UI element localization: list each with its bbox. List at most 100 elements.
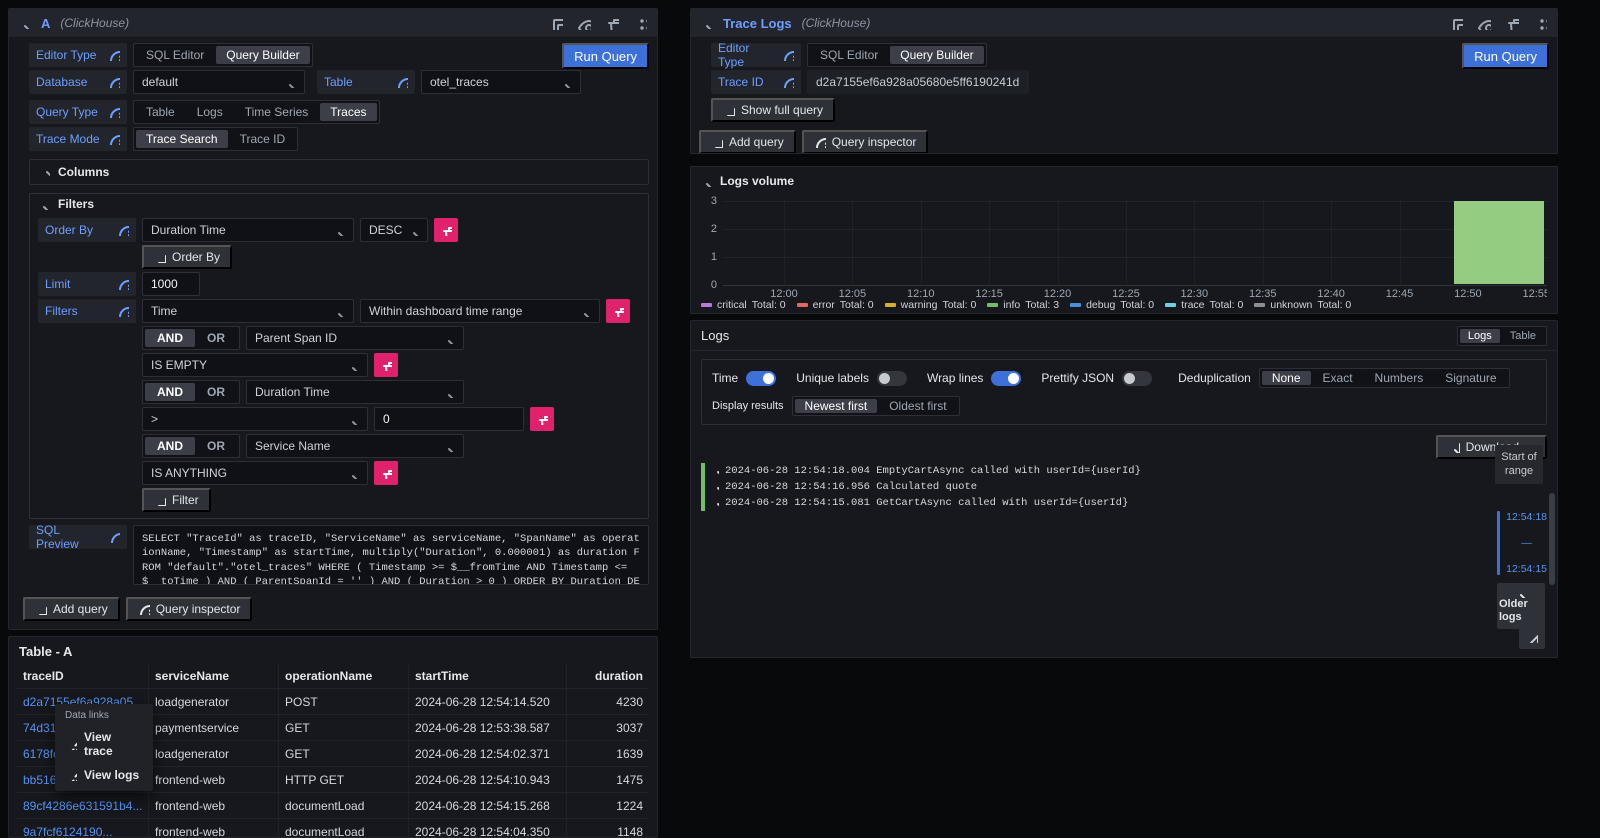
wrap-lines-toggle[interactable] — [991, 371, 1021, 386]
remove-time-filter-button[interactable] — [606, 299, 630, 323]
add-query-button[interactable]: Add query — [23, 597, 120, 621]
info-icon[interactable] — [782, 76, 794, 88]
trace-id-input[interactable]: d2a7155ef6a928a05680e5ff6190241d — [807, 70, 1029, 94]
query-inspector-button[interactable]: Query inspector — [802, 130, 929, 154]
remove-filter1-button[interactable] — [374, 353, 398, 377]
filter1-operator-select[interactable]: IS EMPTY — [142, 353, 368, 377]
expand-row-icon[interactable] — [709, 466, 719, 476]
filter2-and[interactable]: AND — [145, 383, 195, 401]
hide-query-icon[interactable] — [577, 16, 591, 30]
table-select[interactable]: otel_traces — [421, 70, 581, 94]
filter-time-field-select[interactable]: Time — [142, 299, 354, 323]
time-toggle[interactable] — [746, 371, 776, 386]
dedup-signature[interactable]: Signature — [1435, 371, 1506, 385]
dedup-numbers[interactable]: Numbers — [1365, 371, 1434, 385]
remove-filter3-button[interactable] — [374, 461, 398, 485]
info-icon[interactable] — [108, 76, 120, 88]
drag-handle-icon[interactable] — [1533, 16, 1547, 30]
view-logs-menu-item[interactable]: View logs — [55, 763, 153, 787]
legend-item-critical[interactable]: critical Total: 0 — [701, 299, 786, 311]
info-logs-bar[interactable] — [1454, 201, 1544, 284]
drag-handle-icon[interactable] — [633, 16, 647, 30]
limit-input[interactable]: 1000 — [142, 272, 200, 296]
scroll-to-top-button[interactable] — [1519, 625, 1545, 649]
older-logs-button[interactable]: Older logs — [1497, 583, 1545, 629]
view-trace-menu-item[interactable]: View trace — [55, 725, 153, 763]
query-inspector-button[interactable]: Query inspector — [126, 597, 253, 621]
filter3-or[interactable]: OR — [195, 437, 237, 455]
unique-labels-toggle[interactable] — [877, 371, 907, 386]
legend-item-warning[interactable]: warning Total: 0 — [885, 299, 977, 311]
remove-query-icon[interactable] — [1505, 16, 1519, 30]
add-query-button[interactable]: Add query — [699, 130, 796, 154]
info-icon[interactable] — [108, 133, 120, 145]
trace-mode-trace-search[interactable]: Trace Search — [136, 130, 228, 148]
query-type-logs[interactable]: Logs — [187, 103, 233, 121]
collapse-chevron-icon[interactable] — [701, 17, 713, 29]
hide-query-icon[interactable] — [1477, 16, 1491, 30]
filters-section-header[interactable]: Filters — [30, 194, 648, 214]
filter3-field-select[interactable]: Service Name — [246, 434, 464, 458]
legend-item-unknown[interactable]: unknown Total: 0 — [1254, 299, 1351, 311]
filter1-and[interactable]: AND — [145, 329, 195, 347]
remove-query-icon[interactable] — [605, 16, 619, 30]
remove-order-by-button[interactable] — [434, 218, 458, 242]
database-select[interactable]: default — [133, 70, 305, 94]
query-row-header[interactable]: A (ClickHouse) — [9, 9, 657, 37]
dedup-none[interactable]: None — [1262, 371, 1311, 385]
info-icon[interactable] — [117, 278, 129, 290]
order-by-field-select[interactable]: Duration Time — [142, 218, 354, 242]
log-line[interactable]: 2024-06-28 12:54:18.004 EmptyCartAsync c… — [701, 463, 1547, 479]
col-operationname[interactable]: operationName — [279, 664, 409, 688]
legend-item-error[interactable]: error Total: 0 — [797, 299, 874, 311]
info-icon[interactable] — [108, 106, 120, 118]
log-line[interactable]: 2024-06-28 12:54:15.081 GetCartAsync cal… — [701, 495, 1547, 511]
remove-filter2-button[interactable] — [530, 407, 554, 431]
editor-type-query-builder[interactable]: Query Builder — [890, 46, 983, 64]
log-line[interactable]: 2024-06-28 12:54:16.956 Calculated quote — [701, 479, 1547, 495]
col-starttime[interactable]: startTime — [409, 664, 567, 688]
add-filter-button[interactable]: Filter — [142, 488, 211, 512]
filter1-or[interactable]: OR — [195, 329, 237, 347]
info-icon[interactable] — [782, 49, 794, 61]
oldest-first-option[interactable]: Oldest first — [879, 399, 956, 413]
editor-type-sql-editor[interactable]: SQL Editor — [810, 46, 888, 64]
legend-item-debug[interactable]: debug Total: 0 — [1070, 299, 1154, 311]
trace-id-link[interactable]: 9a7fcf6124190... — [17, 819, 149, 838]
filter2-or[interactable]: OR — [195, 383, 237, 401]
filter2-field-select[interactable]: Duration Time — [246, 380, 464, 404]
col-duration[interactable]: duration — [567, 664, 649, 688]
expand-row-icon[interactable] — [709, 482, 719, 492]
columns-section-header[interactable]: Columns — [30, 160, 648, 184]
add-order-by-button[interactable]: Order By — [142, 245, 232, 269]
expand-row-icon[interactable] — [709, 498, 719, 508]
view-logs-option[interactable]: Logs — [1460, 329, 1500, 343]
filter1-field-select[interactable]: Parent Span ID — [246, 326, 464, 350]
query-type-time-series[interactable]: Time Series — [235, 103, 319, 121]
legend-item-trace[interactable]: trace Total: 0 — [1165, 299, 1243, 311]
run-query-button[interactable]: Run Query — [1462, 43, 1549, 69]
info-icon[interactable] — [117, 224, 129, 236]
legend-item-info[interactable]: info Total: 3 — [987, 299, 1059, 311]
logs-volume-header[interactable]: Logs volume — [691, 167, 1557, 188]
scrollbar[interactable] — [1549, 493, 1555, 585]
prettify-json-toggle[interactable] — [1122, 371, 1152, 386]
info-icon[interactable] — [108, 49, 120, 61]
editor-type-sql-editor[interactable]: SQL Editor — [136, 46, 214, 64]
col-traceid[interactable]: traceID — [17, 664, 149, 688]
query-type-table[interactable]: Table — [136, 103, 185, 121]
run-query-button[interactable]: Run Query — [562, 43, 649, 69]
editor-type-query-builder[interactable]: Query Builder — [216, 46, 309, 64]
query-row-header[interactable]: Trace Logs (ClickHouse) — [691, 9, 1557, 37]
filter3-operator-select[interactable]: IS ANYTHING — [142, 461, 368, 485]
info-icon[interactable] — [396, 76, 408, 88]
newest-first-option[interactable]: Newest first — [795, 399, 878, 413]
view-table-option[interactable]: Table — [1502, 329, 1544, 343]
info-icon[interactable] — [117, 305, 129, 317]
col-servicename[interactable]: serviceName — [149, 664, 279, 688]
info-icon[interactable] — [109, 531, 120, 543]
show-full-query-button[interactable]: Show full query — [711, 98, 835, 122]
dedup-exact[interactable]: Exact — [1313, 371, 1363, 385]
duplicate-query-icon[interactable] — [549, 16, 563, 30]
query-type-traces[interactable]: Traces — [320, 103, 376, 121]
